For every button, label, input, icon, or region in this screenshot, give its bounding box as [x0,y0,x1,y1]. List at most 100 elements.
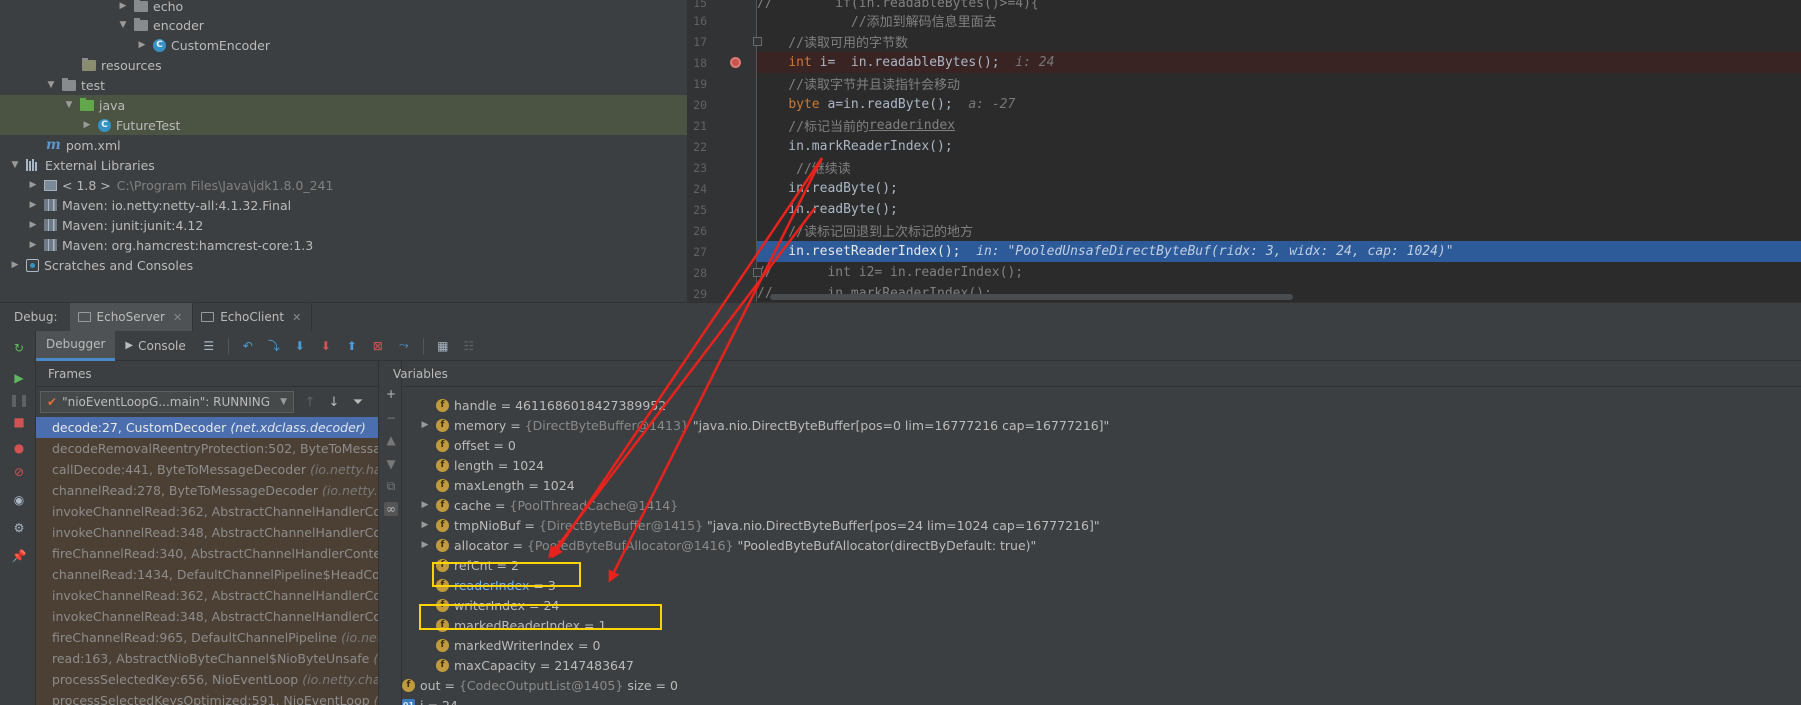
tree-node-futuretest[interactable]: ▶ C FutureTest [0,115,687,135]
stack-frame[interactable]: invokeChannelRead:348, AbstractChannelHa… [36,522,378,543]
tab-debugger[interactable]: Debugger [36,330,116,361]
tree-node-java[interactable]: ▼ java [0,95,687,115]
tree-node-netty[interactable]: ▶ Maven: io.netty:netty-all:4.1.32.Final [0,195,687,215]
close-icon[interactable]: ✕ [173,311,182,324]
code-line[interactable]: //添加到解码信息里面去 [757,10,1801,31]
stack-frame[interactable]: processSelectedKey:656, NioEventLoop (io.… [36,669,378,690]
variable-row[interactable]: f length = 1024 [420,455,544,475]
tree-node-test[interactable]: ▼ test [0,75,687,95]
stack-frame[interactable]: invokeChannelRead:362, AbstractChannelHa… [36,585,378,606]
code-line[interactable]: in.markReaderIndex(); [757,136,1801,157]
code-line-execution-point[interactable]: in.resetReaderIndex(); in: "PooledUnsafe… [757,241,1801,262]
horizontal-scrollbar[interactable] [770,294,1293,300]
code-line[interactable]: in.readByte(); [757,199,1801,220]
step-over-icon[interactable]: ⤵ [267,339,281,353]
copy-icon[interactable]: ⧉ [384,479,398,493]
code-line[interactable]: // int i2= in.readerIndex(); [757,262,1801,283]
force-step-into-icon[interactable]: ⬇ [319,339,333,353]
stack-frame[interactable]: processSelectedKeysOptimized:591, NioEve… [36,690,378,705]
code-line-breakpoint[interactable]: int i= in.readableBytes(); i: 24 [757,52,1801,73]
tree-node-external-libraries[interactable]: ▼ External Libraries [0,155,687,175]
stack-frame[interactable]: channelRead:278, ByteToMessageDecoder (io… [36,480,378,501]
expand-arrow-icon[interactable]: ▶ [28,200,38,210]
tree-node-customencoder[interactable]: ▶ C CustomEncoder [0,35,687,55]
variable-row[interactable]: ▶ f tmpNioBuf = {DirectByteBuffer@1415} "java… [420,515,1100,535]
add-watch-icon[interactable]: + [384,387,398,401]
variable-row[interactable]: ▶ f cache = {PoolThreadCache@1414} [420,495,682,515]
expand-arrow-icon[interactable]: ▶ [137,40,147,50]
stack-frame[interactable]: decodeRemovalReentryProtection:502, Byte… [36,438,378,459]
stack-frame[interactable]: decode:27, CustomDecoder (net.xdclass.dec… [36,417,378,438]
tree-node-pom[interactable]: m pom.xml [0,135,687,155]
expand-arrow-icon[interactable]: ▶ [28,240,38,250]
fold-marker-icon[interactable] [753,268,762,277]
code-line[interactable]: //标记当前的 readerindex [757,115,1801,136]
tree-node-resources[interactable]: resources [0,55,687,75]
tree-node-hamcrest[interactable]: ▶ Maven: org.hamcrest:hamcrest-core:1.3 [0,235,687,255]
trace-icon[interactable]: ☷ [462,339,476,353]
stack-frame[interactable]: invokeChannelRead:362, AbstractChannelHa… [36,501,378,522]
variable-row[interactable]: f handle = 4611686018427389952 [420,395,666,415]
tree-node-echo[interactable]: ▶ echo [0,0,687,16]
tree-node-jdk[interactable]: ▶ < 1.8 > C:\Program Files\Java\jdk1.8.0… [0,175,687,195]
variable-row[interactable]: f maxCapacity = 2147483647 [420,655,634,675]
collapse-arrow-icon[interactable]: ▼ [46,80,56,90]
stack-frame[interactable]: callDecode:441, ByteToMessageDecoder (io.… [36,459,378,480]
run-to-cursor-icon[interactable]: ⤳ [397,338,411,353]
variable-row[interactable]: ▶ f memory = {DirectByteBuffer@1413} "java.ni… [420,415,1110,435]
show-execution-point-icon[interactable]: ↶ [241,339,255,353]
pause-icon[interactable]: ❚❚ [9,393,29,407]
expand-arrow-icon[interactable]: ▶ [420,420,430,430]
move-down-icon[interactable]: ▼ [384,457,398,471]
evaluate-expression-icon[interactable]: ▦ [436,339,450,353]
drop-frame-icon[interactable]: ⊠ [371,339,385,353]
collapse-arrow-icon[interactable]: ▼ [64,100,74,110]
variable-row[interactable]: f offset = 0 [420,435,516,455]
expand-arrow-icon[interactable]: ▶ [420,520,430,530]
mute-breakpoints-icon[interactable]: ⊘ [12,465,26,479]
tree-node-junit[interactable]: ▶ Maven: junit:junit:4.12 [0,215,687,235]
code-editor[interactable]: // if(in.readableBytes()>=4){ //添加到解码信息里… [687,0,1801,302]
menu-icon[interactable]: ☰ [202,339,216,353]
code-line[interactable]: byte a=in.readByte(); a: -27 [757,94,1801,115]
tab-console[interactable]: ▶ Console [115,331,195,361]
expand-arrow-icon[interactable]: ▶ [10,260,20,270]
view-breakpoints-icon[interactable]: ● [12,441,26,455]
expand-arrow-icon[interactable]: ▶ [420,500,430,510]
remove-watch-icon[interactable]: − [384,411,398,425]
stop-icon[interactable]: ■ [12,415,26,429]
close-icon[interactable]: ✕ [292,311,301,324]
expand-arrow-icon[interactable]: ▶ [118,1,128,11]
variable-row[interactable]: f maxLength = 1024 [420,475,575,495]
stack-frame[interactable]: read:163, AbstractNioByteChannel$NioByte… [36,648,378,669]
breakpoint-icon[interactable] [730,57,741,68]
resume-icon[interactable]: ▶ [12,371,26,385]
glasses-icon[interactable]: ∞ [384,502,398,516]
expand-arrow-icon[interactable]: ▶ [28,180,38,190]
code-line[interactable]: //读取字节并且读指针会移动 [757,73,1801,94]
code-line[interactable]: //读标记回退到上次标记的地方 [757,220,1801,241]
rerun-icon[interactable]: ↻ [12,341,26,355]
collapse-arrow-icon[interactable]: ▼ [10,160,20,170]
pin-icon[interactable]: 📌 [12,549,27,563]
step-out-icon[interactable]: ⬆ [345,339,359,353]
stack-frame[interactable]: channelRead:1434, DefaultChannelPipeline… [36,564,378,585]
run-tab-echoserver[interactable]: EchoServer ✕ [69,303,194,331]
fold-marker-icon[interactable] [753,37,762,46]
code-line[interactable]: in.readByte(); [757,178,1801,199]
variable-row[interactable]: ▶fout={CodecOutputList@1405} size = 0 [402,675,678,695]
stack-frame[interactable]: fireChannelRead:340, AbstractChannelHand… [36,543,378,564]
variable-row[interactable]: f markedWriterIndex = 0 [420,635,600,655]
tree-node-encoder[interactable]: ▼ encoder [0,15,687,35]
run-tab-echoclient[interactable]: EchoClient ✕ [193,303,313,331]
settings-icon[interactable]: ⚙ [12,521,26,535]
expand-arrow-icon[interactable]: ▶ [28,220,38,230]
expand-arrow-icon[interactable]: ▶ [420,540,430,550]
stack-frame[interactable]: fireChannelRead:965, DefaultChannelPipel… [36,627,378,648]
tree-node-scratches[interactable]: ▶ Scratches and Consoles [0,255,687,275]
move-up-icon[interactable]: ▲ [384,433,398,447]
expand-arrow-icon[interactable]: ▶ [82,120,92,130]
code-line[interactable]: //继续读 [757,157,1801,178]
variable-row[interactable]: ▶ f allocator = {PooledByteBufAllocator@1416… [420,535,1037,555]
variable-row[interactable]: 01 i = 24 [402,695,458,705]
